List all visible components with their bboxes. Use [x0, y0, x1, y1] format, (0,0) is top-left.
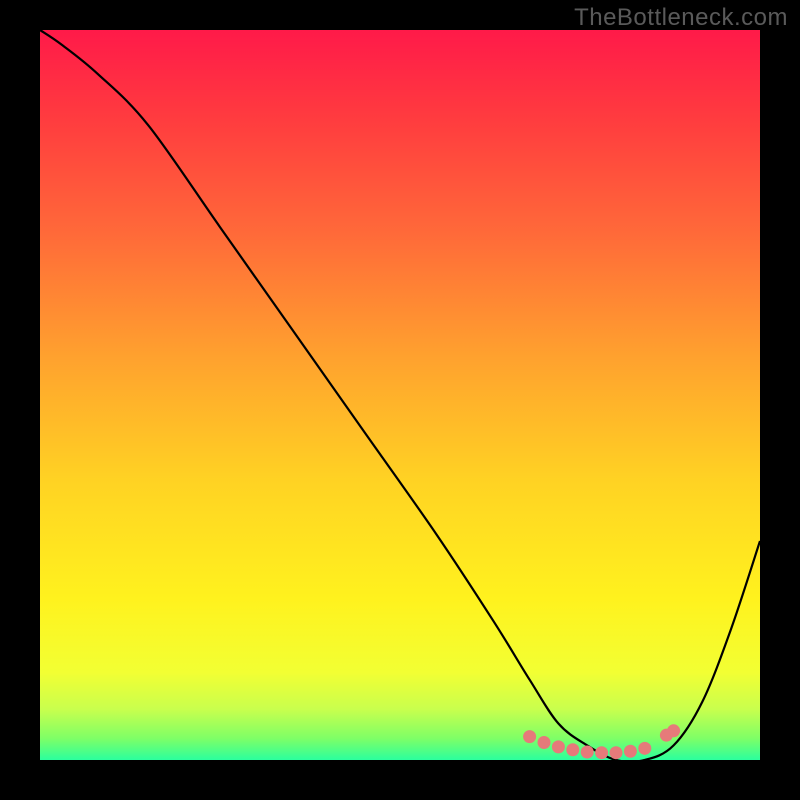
valley-marker [610, 746, 623, 759]
watermark-text: TheBottleneck.com [574, 4, 788, 32]
valley-marker [624, 745, 637, 758]
valley-marker [638, 742, 651, 755]
plot-area [40, 30, 760, 760]
gradient-background [40, 30, 760, 760]
chart-svg [40, 30, 760, 760]
valley-marker [538, 736, 551, 749]
valley-marker [581, 745, 594, 758]
valley-marker [595, 746, 608, 759]
valley-marker [566, 743, 579, 756]
valley-marker [667, 724, 680, 737]
valley-marker [523, 730, 536, 743]
chart-frame: TheBottleneck.com [0, 0, 800, 800]
valley-marker [552, 740, 565, 753]
